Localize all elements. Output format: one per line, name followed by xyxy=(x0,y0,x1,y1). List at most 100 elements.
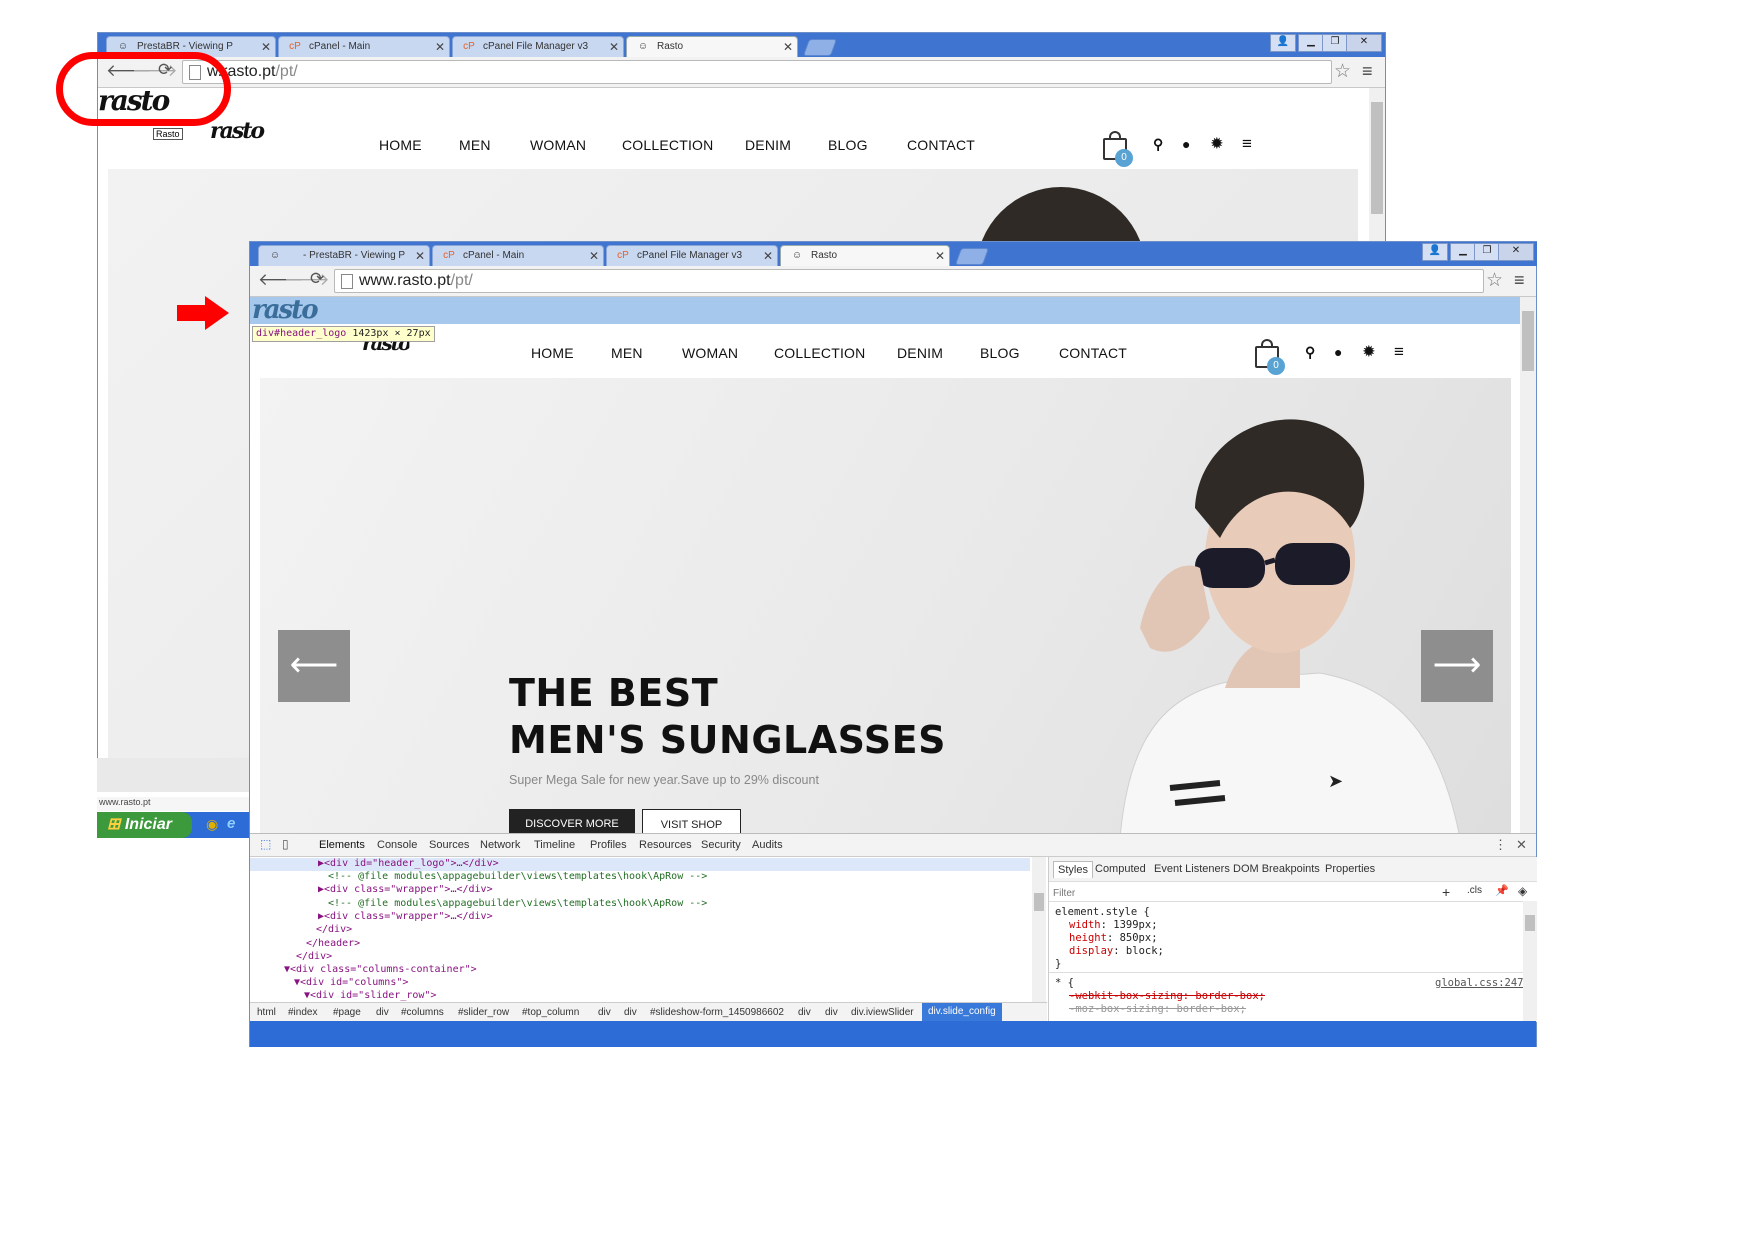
tab-sources[interactable]: Sources xyxy=(429,839,469,851)
crumb-div[interactable]: div xyxy=(376,1007,389,1018)
nav-denim[interactable]: DENIM xyxy=(745,137,791,153)
scrollbar-thumb[interactable] xyxy=(1522,311,1534,371)
new-tab-button[interactable] xyxy=(802,39,838,56)
nav-woman[interactable]: WOMAN xyxy=(682,345,738,361)
dom-line[interactable]: </div> xyxy=(316,924,352,935)
crumb-iviewslider[interactable]: div.iviewSlider xyxy=(851,1007,914,1018)
back-site-logo[interactable]: rasto xyxy=(210,118,265,144)
dom-tree-scrollbar[interactable] xyxy=(1032,857,1046,1002)
struck-rule[interactable]: -webkit-box-sizing: border-box; xyxy=(1069,990,1265,1002)
tab-styles[interactable]: Styles xyxy=(1053,861,1093,878)
visit-shop-button[interactable]: VISIT SHOP xyxy=(642,809,741,833)
crumb-slide-config[interactable]: div.slide_config xyxy=(922,1003,1002,1021)
hamburger-menu-icon[interactable]: ≡ xyxy=(1394,342,1404,362)
nav-home[interactable]: HOME xyxy=(379,137,422,153)
tab-event-listeners[interactable]: Event Listeners xyxy=(1154,863,1230,875)
minimize-button[interactable]: ▁ xyxy=(1298,34,1324,52)
crumb-slideshow-form[interactable]: #slideshow-form_1450986602 xyxy=(650,1007,784,1018)
front-tab-rasto[interactable]: ☺ Rasto ✕ xyxy=(780,245,950,266)
search-icon[interactable]: ⚲ xyxy=(1305,344,1315,361)
user-icon[interactable]: ● xyxy=(1182,136,1190,152)
cls-toggle[interactable]: .cls xyxy=(1467,885,1482,896)
dom-line[interactable]: ▶<div class="wrapper">…</div> xyxy=(318,911,493,922)
scrollbar-thumb[interactable] xyxy=(1034,893,1044,911)
nav-blog[interactable]: BLOG xyxy=(980,345,1020,361)
tab-network[interactable]: Network xyxy=(480,839,520,851)
chrome-menu-icon[interactable]: ≡ xyxy=(1514,270,1525,291)
back-tab-cpanel-file-manager[interactable]: cP cPanel File Manager v3 ✕ xyxy=(452,36,624,57)
back-address-bar[interactable]: w.rasto.pt/pt/ xyxy=(182,60,1332,84)
crumb-top-column[interactable]: #top_column xyxy=(522,1007,579,1018)
front-tab-cpanel-file-manager[interactable]: cP cPanel File Manager v3 ✕ xyxy=(606,245,778,266)
close-tab-icon[interactable]: ✕ xyxy=(435,40,445,54)
style-rule-width[interactable]: width: 1399px; xyxy=(1069,919,1158,931)
nav-contact[interactable]: CONTACT xyxy=(907,137,975,153)
dom-line[interactable]: </header> xyxy=(306,938,360,949)
dom-line[interactable]: ▼<div id="slider_row"> xyxy=(304,990,436,1001)
tab-console[interactable]: Console xyxy=(377,839,417,851)
back-tab-rasto[interactable]: ☺ Rasto ✕ xyxy=(626,36,798,57)
tab-timeline[interactable]: Timeline xyxy=(534,839,575,851)
close-window-button[interactable]: ✕ xyxy=(1346,34,1382,52)
close-tab-icon[interactable]: ✕ xyxy=(935,249,945,263)
new-tab-button[interactable] xyxy=(954,248,990,265)
tab-security[interactable]: Security xyxy=(701,839,741,851)
user-icon[interactable]: 👤 xyxy=(1270,34,1296,52)
discover-more-button[interactable]: DISCOVER MORE xyxy=(509,809,635,833)
chrome-taskbar-icon[interactable]: ◉ xyxy=(206,816,218,833)
close-tab-icon[interactable]: ✕ xyxy=(763,249,773,263)
dom-comment-line[interactable]: <!-- @file modules\appagebuilder\views\t… xyxy=(328,871,707,882)
device-mode-icon[interactable]: ▯ xyxy=(282,837,289,851)
crumb-div[interactable]: div xyxy=(825,1007,838,1018)
ie-taskbar-icon[interactable]: e xyxy=(227,815,235,832)
crumb-index[interactable]: #index xyxy=(288,1007,317,1018)
bookmark-star-icon[interactable]: ☆ xyxy=(1486,269,1503,292)
gear-icon[interactable]: ✹ xyxy=(1363,343,1375,360)
struck-rule[interactable]: -moz-box-sizing: border-box; xyxy=(1069,1003,1246,1015)
styles-filter-input[interactable] xyxy=(1051,885,1435,901)
inspect-element-icon[interactable]: ⬚ xyxy=(260,837,271,851)
gear-icon[interactable]: ✹ xyxy=(1211,135,1223,152)
nav-contact[interactable]: CONTACT xyxy=(1059,345,1127,361)
scrollbar-thumb[interactable] xyxy=(1371,102,1383,214)
close-tab-icon[interactable]: ✕ xyxy=(261,40,271,54)
search-icon[interactable]: ⚲ xyxy=(1153,136,1163,153)
nav-woman[interactable]: WOMAN xyxy=(530,137,586,153)
crumb-div[interactable]: div xyxy=(624,1007,637,1018)
back-tab-cpanel-main[interactable]: cP cPanel - Main ✕ xyxy=(278,36,450,57)
nav-men[interactable]: MEN xyxy=(459,137,491,153)
crumb-columns[interactable]: #columns xyxy=(401,1007,444,1018)
close-tab-icon[interactable]: ✕ xyxy=(415,249,425,263)
chrome-menu-icon[interactable]: ≡ xyxy=(1362,61,1373,82)
crumb-div[interactable]: div xyxy=(798,1007,811,1018)
front-site-logo[interactable]: rasto xyxy=(252,297,319,325)
close-window-button[interactable]: ✕ xyxy=(1498,243,1534,261)
crumb-page[interactable]: #page xyxy=(333,1007,361,1018)
restore-button[interactable]: ❐ xyxy=(1322,34,1348,52)
nav-blog[interactable]: BLOG xyxy=(828,137,868,153)
prev-slide-button[interactable]: ⟵ xyxy=(278,630,350,702)
close-devtools-icon[interactable]: ✕ xyxy=(1516,837,1527,853)
style-rule-display[interactable]: display: block; xyxy=(1069,945,1164,957)
crumb-div[interactable]: div xyxy=(598,1007,611,1018)
dom-line[interactable]: ▶<div class="wrapper">…</div> xyxy=(318,884,493,895)
crumb-html[interactable]: html xyxy=(257,1007,276,1018)
close-tab-icon[interactable]: ✕ xyxy=(589,249,599,263)
hamburger-menu-icon[interactable]: ≡ xyxy=(1242,134,1252,154)
user-icon[interactable]: ● xyxy=(1334,344,1342,360)
pin-icon[interactable]: 📌 xyxy=(1495,884,1509,897)
tab-profiles[interactable]: Profiles xyxy=(590,839,627,851)
styles-scrollbar[interactable] xyxy=(1523,901,1537,1022)
nav-men[interactable]: MEN xyxy=(611,345,643,361)
bookmark-star-icon[interactable]: ☆ xyxy=(1334,60,1351,83)
close-tab-icon[interactable]: ✕ xyxy=(783,40,793,54)
restore-button[interactable]: ❐ xyxy=(1474,243,1500,261)
dom-line[interactable]: ▼<div id="columns"> xyxy=(294,977,408,988)
nav-home[interactable]: HOME xyxy=(531,345,574,361)
dom-line[interactable]: ▶<div id="header_logo">…</div> xyxy=(318,858,499,869)
tab-dom-breakpoints[interactable]: DOM Breakpoints xyxy=(1233,863,1320,875)
rule-source-link[interactable]: global.css:247 xyxy=(1435,977,1524,989)
reload-icon[interactable]: ⟳ xyxy=(310,269,324,289)
user-icon[interactable]: 👤 xyxy=(1422,243,1448,261)
dom-line[interactable]: </div> xyxy=(296,951,332,962)
